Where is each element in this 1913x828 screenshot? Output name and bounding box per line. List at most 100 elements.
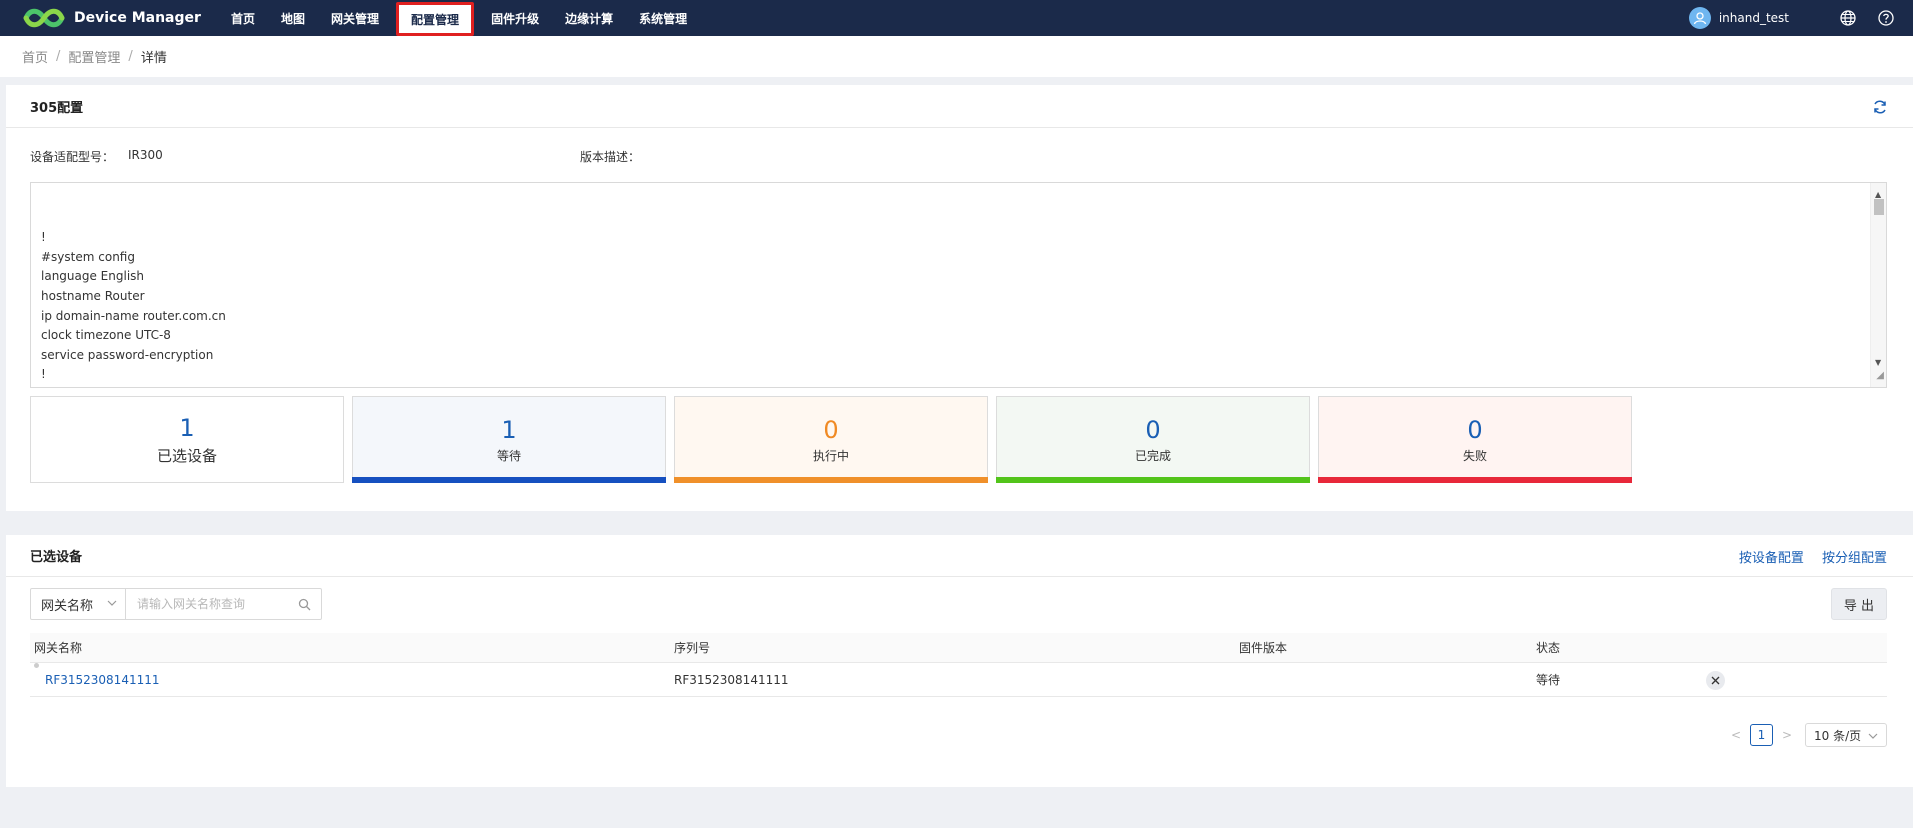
config-meta: 设备适配型号： IR300 版本描述： <box>30 148 640 165</box>
breadcrumb-separator: / <box>128 49 133 64</box>
nav-item-label: 固件升级 <box>491 11 540 26</box>
config-line: #system config <box>41 249 135 264</box>
description-label: 版本描述： <box>580 150 641 164</box>
nav-item-label: 地图 <box>281 11 306 26</box>
column-header-name[interactable]: 网关名称 <box>34 633 82 663</box>
config-line: ! <box>41 367 46 382</box>
device-name-link[interactable]: RF3152308141111 <box>45 663 160 697</box>
config-line: language English <box>41 269 145 284</box>
config-content: ! #system config language English hostname … <box>41 228 1876 388</box>
stat-card-3[interactable]: 0 已完成 <box>996 396 1310 483</box>
config-by-group-link[interactable]: 按分组配置 <box>1822 551 1887 566</box>
model-label: 设备适配型号： <box>30 150 115 164</box>
stat-card-1[interactable]: 1 等待 <box>352 396 666 483</box>
scroll-thumb[interactable] <box>1874 199 1884 215</box>
help-icon[interactable] <box>1877 9 1895 27</box>
avatar[interactable] <box>1688 7 1711 29</box>
config-line: #log config <box>41 385 1876 388</box>
search-icon[interactable] <box>298 598 311 611</box>
nav-item-label: 网关管理 <box>331 11 380 26</box>
config-content-textarea[interactable]: ! #system config language English hostname … <box>30 182 1887 388</box>
main-nav: 首页 地图 网关管理 配置管理 固件升级 边缘计算 系统管理 <box>218 0 700 36</box>
remove-device-button[interactable] <box>1706 671 1725 690</box>
breadcrumb-config[interactable]: 配置管理 <box>68 47 120 66</box>
breadcrumb: 首页 / 配置管理 / 详情 <box>0 36 1913 77</box>
nav-item-2[interactable]: 网关管理 <box>318 0 392 36</box>
stat-card-0[interactable]: 1 已选设备 <box>30 396 344 483</box>
resize-grip-icon[interactable]: ◢ <box>1876 366 1884 386</box>
search-group: 网关名称 <box>30 588 322 620</box>
config-detail-card: 305配置 设备适配型号： IR300 版本描述： ! #system confi… <box>6 85 1913 511</box>
stat-value: 0 <box>1467 416 1483 444</box>
breadcrumb-separator: / <box>56 49 61 64</box>
nav-item-label: 首页 <box>231 11 256 26</box>
stat-card-4[interactable]: 0 失败 <box>1318 396 1632 483</box>
app-logo[interactable]: Device Manager <box>22 7 202 29</box>
prev-page-icon[interactable]: < <box>1730 728 1742 742</box>
column-header-serial[interactable]: 序列号 <box>674 633 710 663</box>
nav-item-6[interactable]: 系统管理 <box>626 0 700 36</box>
chevron-down-icon <box>1868 733 1878 739</box>
search-field-value: 网关名称 <box>41 598 94 614</box>
stat-color-bar <box>1318 477 1632 483</box>
logo-icon <box>23 8 65 28</box>
search-input[interactable] <box>126 589 321 619</box>
chevron-down-icon <box>107 600 117 606</box>
username[interactable]: inhand_test <box>1719 11 1789 25</box>
nav-item-label: 边缘计算 <box>565 11 614 26</box>
close-icon <box>1711 676 1720 685</box>
refresh-icon[interactable] <box>1871 98 1889 116</box>
stat-label: 已完成 <box>1134 449 1171 463</box>
table-row: RF3152308141111 RF3152308141111 等待 <box>30 663 1887 697</box>
status-dot <box>34 663 39 668</box>
user-icon <box>1693 12 1706 25</box>
stat-card-2[interactable]: 0 执行中 <box>674 396 988 483</box>
config-line: hostname Router <box>41 288 145 303</box>
nav-item-4[interactable]: 固件升级 <box>478 0 552 36</box>
export-button[interactable]: 导 出 <box>1831 588 1887 620</box>
device-status: 等待 <box>1536 673 1561 687</box>
breadcrumb-current: 详情 <box>140 51 167 66</box>
table-header: 网关名称 序列号 固件版本 状态 <box>30 633 1887 663</box>
devices-title: 已选设备 <box>30 550 83 565</box>
stat-color-bar <box>352 477 666 483</box>
config-line: ip domain-name router.com.cn <box>41 308 226 323</box>
nav-item-1[interactable]: 地图 <box>268 0 318 36</box>
page-number-current[interactable]: 1 <box>1750 724 1773 746</box>
stat-value: 1 <box>179 414 195 442</box>
stat-value: 0 <box>823 416 839 444</box>
nav-item-5[interactable]: 边缘计算 <box>552 0 626 36</box>
column-header-firmware[interactable]: 固件版本 <box>1239 633 1287 663</box>
config-line: ! <box>41 230 46 245</box>
stat-value: 1 <box>501 416 517 444</box>
config-title: 305配置 <box>30 100 84 116</box>
column-header-status[interactable]: 状态 <box>1536 633 1560 663</box>
status-summary: 1 已选设备 1 等待 0 执行中 0 已完成 0 失败 <box>30 396 1632 483</box>
nav-item-label: 配置管理 <box>411 12 460 27</box>
selected-devices-card: 已选设备 按设备配置 按分组配置 网关名称 导 出 网关名称 序列号 固件版本 … <box>6 535 1913 787</box>
breadcrumb-home[interactable]: 首页 <box>22 47 48 66</box>
page-size-value: 10 条/页 <box>1814 728 1862 743</box>
stat-label: 执行中 <box>812 449 849 463</box>
nav-item-0[interactable]: 首页 <box>218 0 268 36</box>
stat-value: 0 <box>1145 416 1161 444</box>
stat-label: 失败 <box>1462 449 1487 463</box>
config-line: clock timezone UTC-8 <box>41 328 171 343</box>
stat-color-bar <box>996 477 1310 483</box>
next-page-icon[interactable]: > <box>1781 728 1793 742</box>
card-header: 305配置 <box>6 85 1913 128</box>
model-value: IR300 <box>128 148 163 162</box>
pagination: < 1 > 10 条/页 <box>1730 723 1887 747</box>
globe-icon[interactable] <box>1839 9 1857 27</box>
nav-item-3[interactable]: 配置管理 <box>392 0 478 36</box>
nav-item-label: 系统管理 <box>639 11 688 26</box>
app-title: Device Manager <box>74 10 201 26</box>
stat-label: 已选设备 <box>156 447 217 465</box>
config-scrollbar[interactable]: ▲ ▼ <box>1870 183 1886 387</box>
nav-item-active-highlight[interactable]: 配置管理 <box>396 2 475 36</box>
page-size-select[interactable]: 10 条/页 <box>1805 723 1887 747</box>
config-by-device-link[interactable]: 按设备配置 <box>1739 551 1804 566</box>
card-header: 已选设备 按设备配置 按分组配置 <box>6 535 1913 577</box>
search-field-select[interactable]: 网关名称 <box>31 589 126 619</box>
table-body: RF3152308141111 RF3152308141111 等待 <box>30 663 1887 697</box>
